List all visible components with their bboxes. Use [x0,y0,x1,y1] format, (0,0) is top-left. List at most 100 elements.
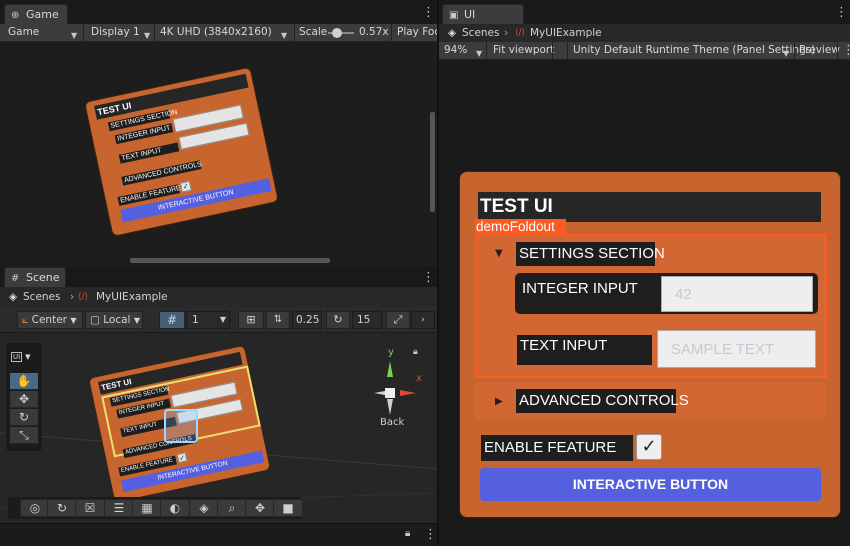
transform-gizmo-icon[interactable] [164,409,198,443]
game-mock-panel: TEST UI SETTINGS SECTION INTEGER INPUT T… [84,66,279,237]
scale-slider[interactable] [328,28,354,38]
tab-ui-viewport[interactable]: ▣UI Viewport [442,4,524,42]
scale-value: 0.57x [359,26,389,38]
game-scrollbar-v[interactable] [430,112,435,212]
scale-slider-thumb[interactable] [332,28,342,38]
scale-snap-field[interactable]: › [411,311,435,329]
integer-input-field[interactable]: 42 [661,276,813,312]
space-dropdown[interactable]: ▢ Local ▼ [85,311,143,329]
game-toolbar: Game ▼ Display 1 ▼ 4K UHD (3840x2160) ▼ … [0,24,437,42]
advanced-controls-header[interactable]: ADVANCED CONTROLS [516,389,689,413]
gizmo-y-label: y [388,347,394,358]
tab-game[interactable]: ⊕ Game [4,4,68,25]
grid-icon: # [11,273,20,284]
tab-game-label: Game [26,8,59,21]
theme-dropdown[interactable]: Unity Default Runtime Theme (Panel Setti… [568,42,815,59]
scale-snap-icon[interactable]: ⤢ [386,311,410,329]
tab-scene-label: Scene [26,271,60,284]
chevron-right-icon: › [504,27,509,39]
chevron-right-icon: › [70,291,75,303]
kebab-menu-icon[interactable]: ⋮ [842,44,850,58]
snap-toggle[interactable]: ⊞ [238,311,264,329]
display-value: Display 1 [91,26,140,38]
lighting-icon[interactable]: ☒ [75,499,105,517]
hidden-objects-icon[interactable]: ◐ [160,499,190,517]
gizmo-back-label[interactable]: Back [380,417,404,428]
zoom-dropdown[interactable]: 94% ▼ [439,42,485,59]
ui-mode-dropdown[interactable]: UI ▼ [11,352,39,368]
snap-value-field[interactable]: 0.25 [292,311,322,329]
audio-icon[interactable]: ☰ [104,499,134,517]
play-focus-dropdown[interactable]: Play Focu [392,24,437,41]
enable-feature-checkbox[interactable]: ✓ [636,434,662,460]
scale-label: Scale [299,26,328,38]
scene-view[interactable]: UI ▼ ✋ ✥ ↻ ⤡ TEST UI SETTINGS SECTION IN… [0,333,437,523]
text-input-label: TEXT INPUT [517,335,652,365]
effects-icon[interactable]: ▦ [132,499,162,517]
settings-section-header[interactable]: SETTINGS SECTION [516,242,665,266]
lock-icon[interactable]: 🔒︎ [405,528,410,539]
ui-badge: UI [11,352,23,362]
kebab-menu-icon[interactable]: ⋮ [422,271,435,285]
test-ui-panel: TEST UI demoFoldout ▼ SETTINGS SECTION I… [459,171,841,518]
layers-icon[interactable]: ◈ [189,499,219,517]
gizmo-x-label: x [416,373,422,384]
tab-scene[interactable]: # Scene [4,267,66,287]
ui-viewport-canvas[interactable]: TEST UI demoFoldout ▼ SETTINGS SECTION I… [439,60,850,546]
breadcrumb-item[interactable]: MyUIExample [96,287,168,307]
pivot-value: Center [31,314,67,326]
scene-tab-bar: # Scene ⋮ [0,267,437,287]
zoom-value: 94% [444,44,468,56]
rotate-tool-icon[interactable]: ↻ [10,409,38,426]
mock-checkbox: ✓ [179,180,192,193]
preview-button[interactable]: Preview [794,42,840,59]
uxml-file-icon: ⟨/⟩ [78,292,89,302]
mock-text-label: TEXT INPUT [118,142,180,164]
unity-scene-icon: ◈ [448,27,457,39]
move-icon[interactable]: ✥ [245,499,275,517]
breadcrumb-root[interactable]: Scenes [23,287,60,307]
camera-icon[interactable]: ■ [273,499,303,517]
scene-toolbar: ⟀ Center ▼ ▢ Local ▼ # 1 ▼ ⊞ ⇅ 0.25 ↻ 15 … [0,307,437,333]
interactive-button[interactable]: INTERACTIVE BUTTON [480,468,821,501]
grid-toggle[interactable]: # [159,311,185,329]
resolution-dropdown[interactable]: 4K UHD (3840x2160) ▼ [155,24,293,41]
integer-input-label: INTEGER INPUT [519,279,649,299]
uxml-file-icon: ⟨/⟩ [515,28,526,38]
display-mode-value: Game [8,26,40,38]
text-input-field[interactable]: SAMPLE TEXT [657,330,816,368]
panel-title: TEST UI [478,192,821,222]
rotate-snap-icon[interactable]: ↻ [326,311,350,329]
search-icon[interactable]: ⌕ [217,499,247,517]
fit-viewport-button[interactable]: Fit viewport [488,42,554,59]
kebab-menu-icon[interactable]: ⋮ [422,6,435,20]
snap-increment-icon[interactable]: ⇅ [266,311,290,329]
advanced-expand-arrow[interactable]: ▶ [495,396,503,407]
settings-expand-arrow[interactable]: ▼ [495,248,503,259]
rect-tool-icon[interactable]: ⤡ [10,427,38,444]
game-scrollbar-h[interactable] [130,258,330,263]
display-mode-dropdown[interactable]: Game ▼ [3,24,81,41]
draw-mode-icon[interactable]: ◎ [20,499,50,517]
bottom-panel-header: 🔒︎ ⋮ [0,523,437,546]
pivot-dropdown[interactable]: ⟀ Center ▼ [17,311,83,329]
2d-toggle-icon[interactable]: ↻ [47,499,77,517]
game-tab-bar: ⊕ Game ⋮ [0,0,437,25]
unity-scene-icon: ◈ [9,291,18,303]
pivot-icon: ⟀ [22,314,29,326]
move-tool-icon[interactable]: ✥ [10,391,38,408]
hand-tool-icon[interactable]: ✋ [10,373,38,390]
rotate-value-field[interactable]: 15 [352,311,382,329]
kebab-menu-icon[interactable]: ⋮ [424,528,437,542]
breadcrumb-root[interactable]: Scenes [462,24,499,42]
gamepad-icon: ⊕ [11,10,20,21]
display-dropdown[interactable]: Display 1 ▼ [86,24,154,41]
game-view[interactable]: TEST UI SETTINGS SECTION INTEGER INPUT T… [0,42,437,267]
breadcrumb-item[interactable]: MyUIExample [530,24,602,42]
kebab-menu-icon[interactable]: ⋮ [835,6,848,20]
space-value: Local [103,314,131,326]
grid-value-field[interactable]: 1 ▼ [186,311,230,329]
grid-value: 1 [192,314,199,326]
viewport-tab-bar: ▣UI Viewport ⋮ [439,0,850,42]
viewport-toolbar: 94% ▼ Fit viewport Unity Default Runtime… [439,42,850,60]
